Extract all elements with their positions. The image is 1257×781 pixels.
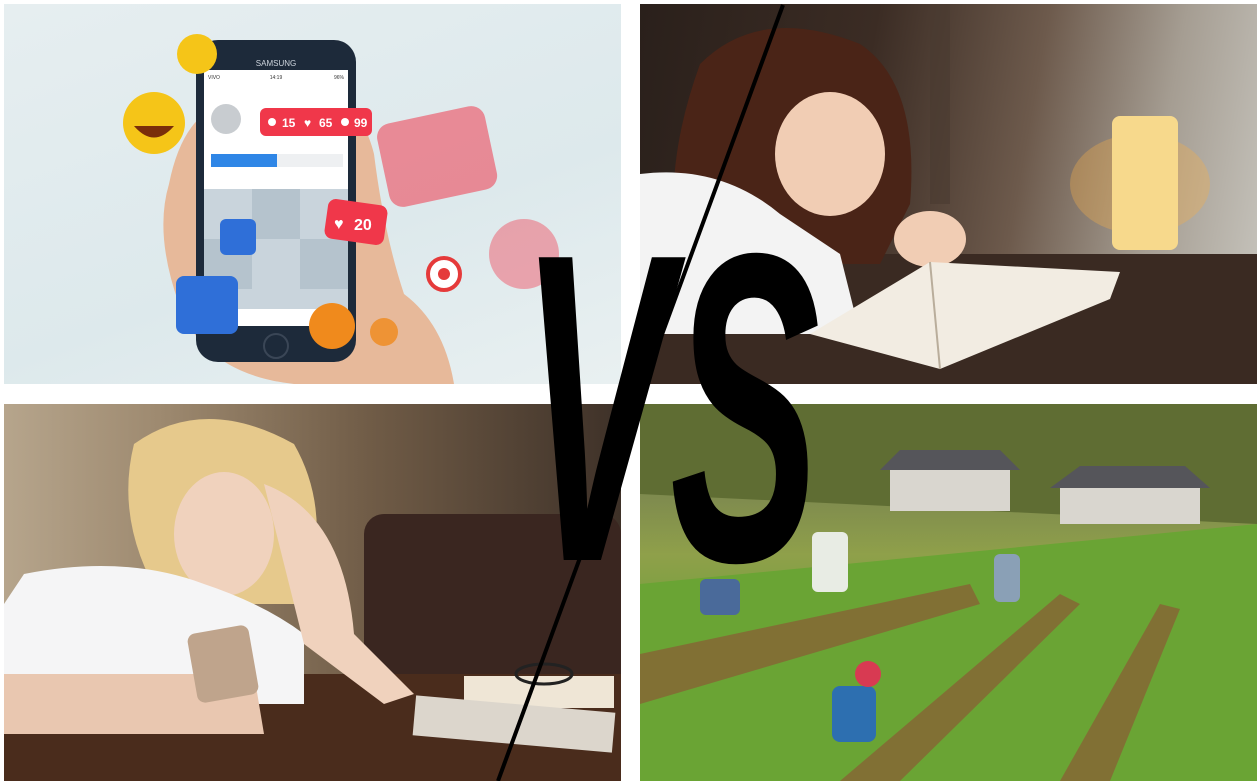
face [174,472,274,596]
farm-illustration [640,404,1257,781]
blurred-notification [377,106,498,207]
prayer-photo [640,4,1257,384]
teen-phone-photo [4,404,621,781]
phone-brand: SAMSUNG [256,59,296,68]
followers-count: 15 [282,116,296,130]
comment-icon [341,118,349,126]
social-media-photo: SAMSUNG VIVO 14:19 96% 15 65 99 ♥ ♥ 20 [4,4,621,384]
teen-illustration [4,419,621,781]
farmer-2 [994,554,1020,602]
blurred-heart [489,219,559,289]
prayer-illustration [640,4,1257,384]
likes-count: 65 [319,116,333,130]
laughing-emoji [123,92,185,154]
emoji-icon [177,34,217,74]
thumbs-up-icon-large [176,276,238,334]
window-frame [930,4,950,204]
farmer [812,532,848,592]
phone-carrier: VIVO [208,75,220,81]
smartphone [187,625,259,703]
red-hat [855,661,881,687]
farmer-4 [832,686,876,742]
phone-time: 14:19 [270,75,283,81]
profile-bar [211,154,277,167]
farmhouse-2 [1060,484,1200,524]
emoji-icon-blurred [370,318,398,346]
social-media-illustration: SAMSUNG VIVO 14:19 96% 15 65 99 ♥ ♥ 20 [123,34,559,384]
phone-battery: 96% [334,75,345,81]
profile-avatar [211,104,241,134]
like-bubble-count: 20 [354,217,372,234]
candle [1112,116,1178,250]
heart-icon-2: ♥ [334,216,344,233]
praying-hands [894,211,966,267]
comments-count: 99 [354,116,368,130]
leather-sofa [364,514,621,694]
heart-icon: ♥ [304,116,311,130]
face [775,92,885,216]
farm-work-photo [640,404,1257,781]
thumbs-up-icon [220,219,256,255]
angry-emoji [309,303,355,349]
user-icon [268,118,276,126]
farmhouse [890,466,1010,511]
farmer-3 [700,579,740,615]
